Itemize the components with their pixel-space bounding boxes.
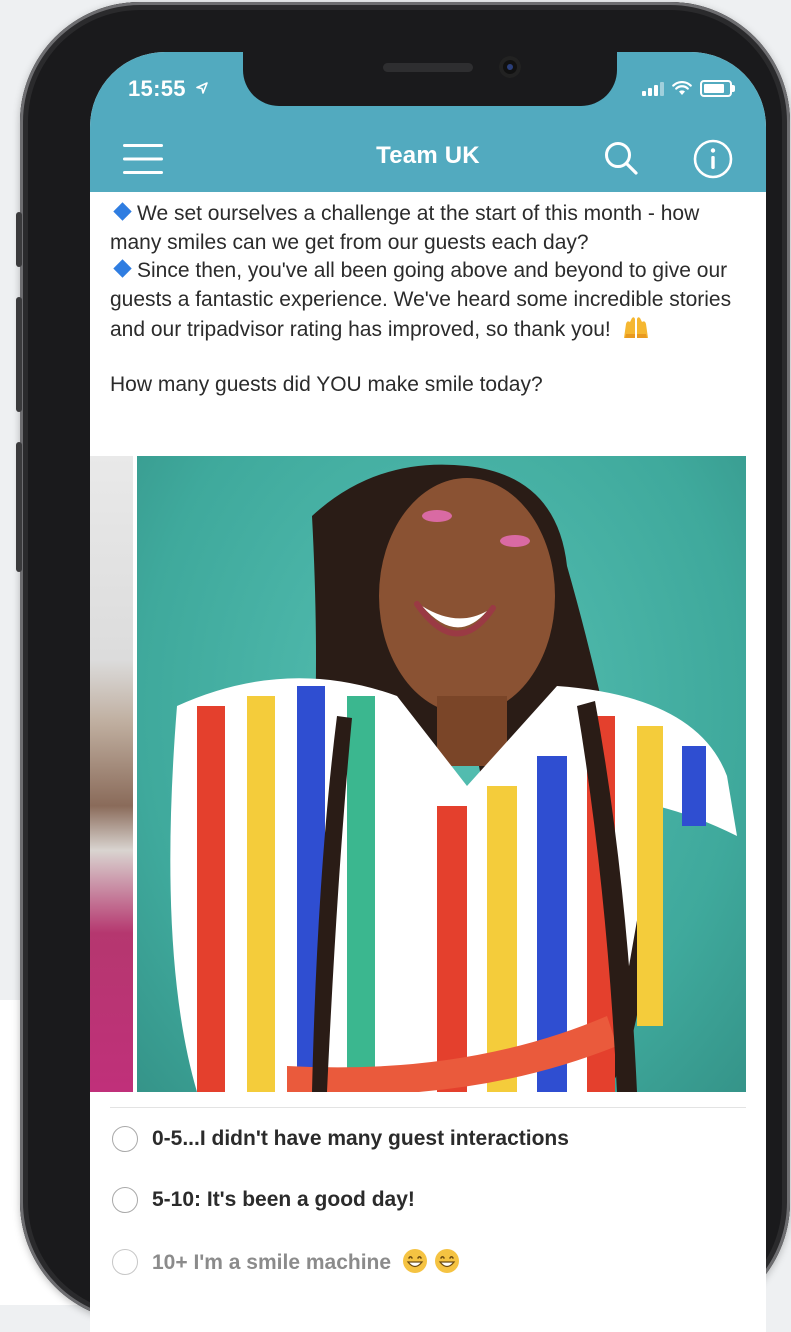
speaker bbox=[383, 63, 473, 72]
image-carousel[interactable] bbox=[90, 456, 766, 1092]
app-screen: 15:55 Team UK We set ourselves a challen… bbox=[90, 52, 766, 1332]
grinning-face-emoji bbox=[434, 1249, 459, 1273]
poll-option-label: 0-5...I didn't have many guest interacti… bbox=[152, 1127, 569, 1150]
raised-hands-emoji bbox=[623, 317, 648, 338]
photo-woman-smiling[interactable] bbox=[137, 456, 746, 1092]
poll-option-label: 10+ I'm a smile machine bbox=[152, 1251, 392, 1274]
poll-option[interactable]: 5-10: It's been a good day! bbox=[112, 1187, 415, 1213]
battery-icon bbox=[700, 80, 735, 97]
volume-up-button bbox=[16, 297, 22, 412]
mute-switch bbox=[16, 212, 22, 267]
post-text: We set ourselves a challenge at the star… bbox=[110, 200, 750, 345]
phone-frame: 15:55 Team UK We set ourselves a challen… bbox=[16, 2, 790, 1332]
radio-button[interactable] bbox=[112, 1187, 138, 1213]
search-button[interactable] bbox=[598, 136, 644, 182]
previous-photo[interactable] bbox=[90, 456, 133, 1092]
blue-diamond-icon bbox=[113, 202, 132, 221]
info-button[interactable] bbox=[690, 136, 736, 182]
location-arrow-icon bbox=[196, 82, 209, 94]
app-header: 15:55 Team UK bbox=[90, 52, 766, 192]
cellular-signal-icon bbox=[642, 81, 664, 96]
post-paragraph: Since then, you've all been going above … bbox=[110, 257, 750, 345]
poll-question: How many guests did YOU make smile today… bbox=[110, 372, 543, 396]
poll-option-label: 5-10: It's been a good day! bbox=[152, 1188, 415, 1211]
poll-option-label-wrap: 10+ I'm a smile machine bbox=[152, 1248, 460, 1275]
post-body: We set ourselves a challenge at the star… bbox=[110, 200, 750, 397]
photo-illustration bbox=[170, 464, 738, 1092]
blue-diamond-icon bbox=[113, 259, 132, 278]
notch bbox=[243, 52, 617, 106]
radio-button[interactable] bbox=[112, 1126, 138, 1152]
front-camera bbox=[499, 56, 521, 78]
post-paragraph-text: We set ourselves a challenge at the star… bbox=[110, 202, 700, 254]
wifi-icon bbox=[672, 81, 692, 95]
page-title: Team UK bbox=[376, 142, 480, 169]
volume-down-button bbox=[16, 442, 22, 572]
radio-button[interactable] bbox=[112, 1248, 138, 1275]
grinning-face-emoji bbox=[402, 1249, 427, 1273]
poll-option[interactable]: 10+ I'm a smile machine bbox=[112, 1248, 460, 1275]
poll-option[interactable]: 0-5...I didn't have many guest interacti… bbox=[112, 1126, 569, 1152]
divider bbox=[110, 1107, 746, 1108]
search-icon bbox=[605, 142, 638, 175]
status-indicators bbox=[642, 80, 735, 97]
post-paragraph: We set ourselves a challenge at the star… bbox=[110, 200, 750, 257]
info-icon bbox=[693, 139, 733, 179]
status-time: 15:55 bbox=[128, 76, 209, 102]
